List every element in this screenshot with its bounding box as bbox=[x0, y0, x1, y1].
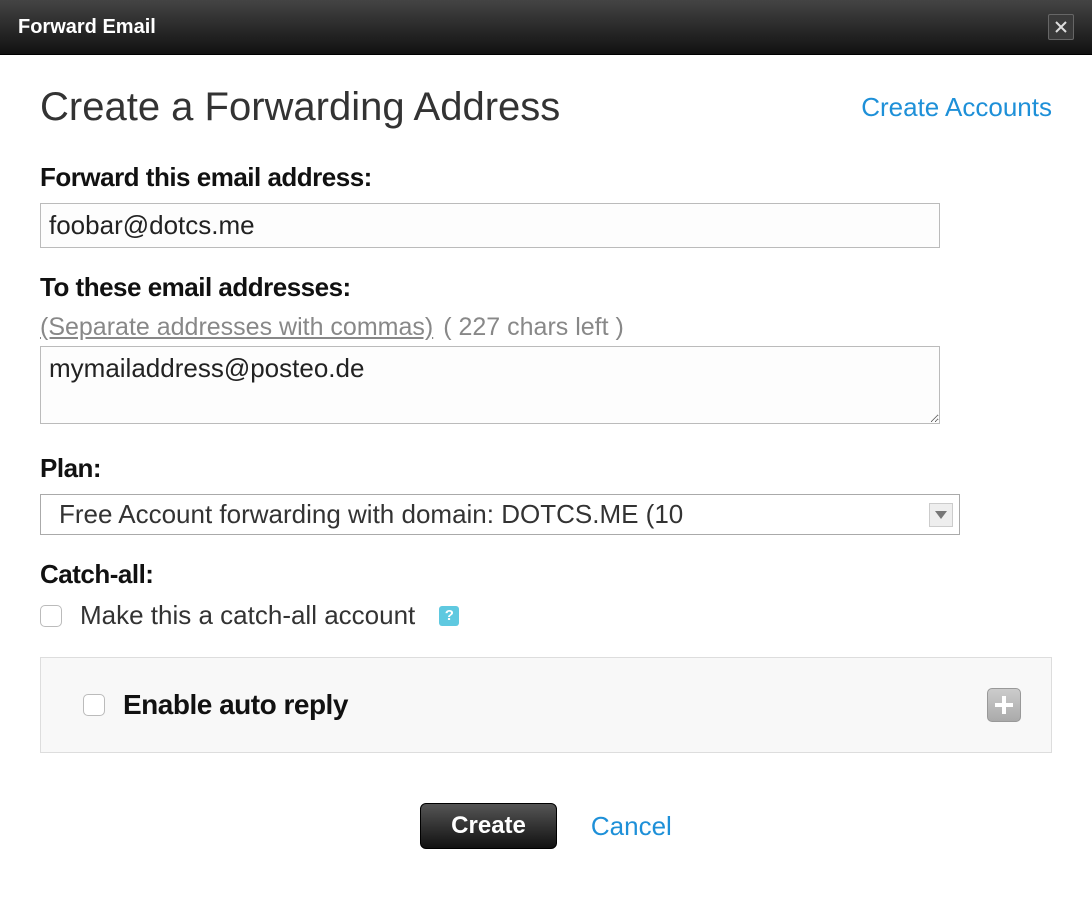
forward-to-textarea[interactable] bbox=[40, 346, 940, 424]
autoreply-panel: Enable auto reply bbox=[40, 657, 1052, 753]
autoreply-checkbox[interactable] bbox=[83, 694, 105, 716]
autoreply-label: Enable auto reply bbox=[123, 689, 348, 721]
create-accounts-link[interactable]: Create Accounts bbox=[861, 92, 1052, 123]
dialog-content: Create a Forwarding Address Create Accou… bbox=[0, 55, 1092, 889]
plan-label: Plan: bbox=[40, 453, 1052, 484]
forward-from-label: Forward this email address: bbox=[40, 162, 1052, 193]
forward-to-label: To these email addresses: bbox=[40, 272, 1052, 303]
plan-section: Plan: Free Account forwarding with domai… bbox=[40, 453, 1052, 535]
create-button[interactable]: Create bbox=[420, 803, 557, 849]
chevron-down-icon bbox=[935, 511, 947, 519]
forward-from-section: Forward this email address: bbox=[40, 162, 1052, 248]
chars-left-label: ( 227 chars left ) bbox=[443, 313, 624, 342]
dropdown-arrow bbox=[929, 503, 953, 527]
plan-select[interactable]: Free Account forwarding with domain: DOT… bbox=[40, 494, 960, 535]
dialog-footer: Create Cancel bbox=[40, 803, 1052, 849]
dialog-titlebar: Forward Email bbox=[0, 0, 1092, 55]
help-icon[interactable]: ? bbox=[439, 606, 459, 626]
close-button[interactable] bbox=[1048, 14, 1074, 40]
expand-button[interactable] bbox=[987, 688, 1021, 722]
catchall-section: Catch-all: Make this a catch-all account… bbox=[40, 559, 1052, 631]
catchall-checkbox-label: Make this a catch-all account bbox=[80, 600, 415, 631]
autoreply-row: Enable auto reply bbox=[83, 689, 348, 721]
dialog-title: Forward Email bbox=[18, 16, 156, 39]
plus-icon bbox=[995, 696, 1013, 714]
separate-hint-link[interactable]: (Separate addresses with commas) bbox=[40, 313, 433, 342]
forward-to-hint-row: (Separate addresses with commas) ( 227 c… bbox=[40, 313, 1052, 342]
catchall-label: Catch-all: bbox=[40, 559, 1052, 590]
page-title: Create a Forwarding Address bbox=[40, 85, 560, 130]
header-row: Create a Forwarding Address Create Accou… bbox=[40, 85, 1052, 130]
close-icon bbox=[1054, 20, 1068, 34]
catchall-checkbox[interactable] bbox=[40, 605, 62, 627]
forward-from-input[interactable] bbox=[40, 203, 940, 248]
cancel-button[interactable]: Cancel bbox=[591, 811, 672, 842]
catchall-row: Make this a catch-all account ? bbox=[40, 600, 1052, 631]
forward-to-section: To these email addresses: (Separate addr… bbox=[40, 272, 1052, 429]
plan-selected-value: Free Account forwarding with domain: DOT… bbox=[59, 499, 683, 530]
